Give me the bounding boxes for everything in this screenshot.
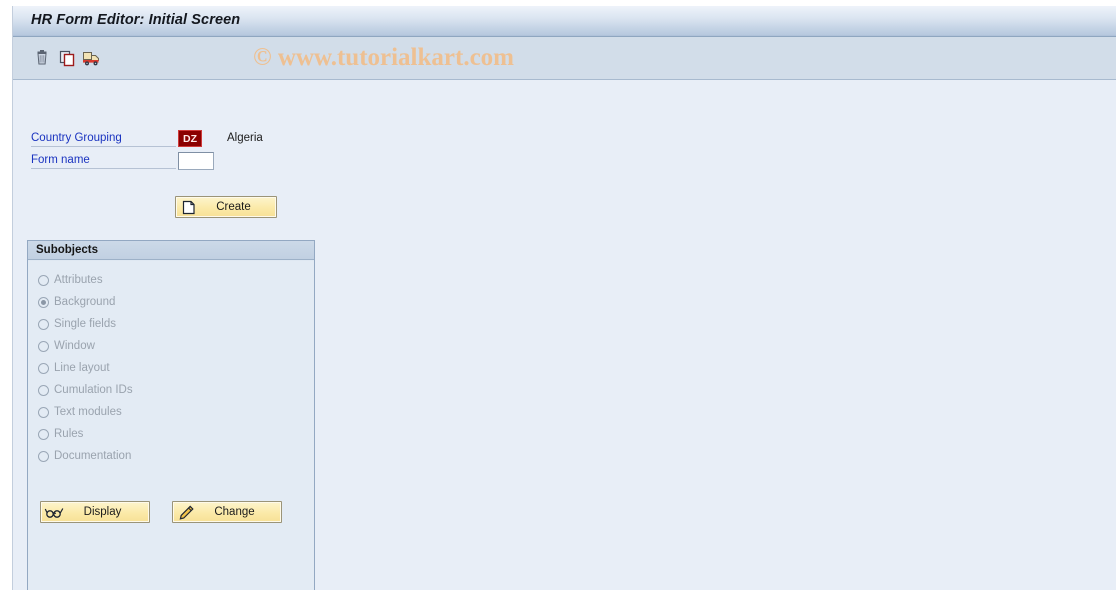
delete-button[interactable] [31, 47, 53, 69]
subobjects-body: Attributes Background Single fields Wind… [28, 261, 314, 590]
subobjects-header: Subobjects [28, 241, 314, 260]
country-grouping-label: Country Grouping [31, 132, 176, 147]
country-grouping-row: Country Grouping Algeria [19, 130, 359, 152]
display-button[interactable]: Display [40, 501, 150, 523]
radio-button-icon [38, 450, 49, 462]
radio-label: Cumulation IDs [54, 384, 133, 396]
selection-fields: Country Grouping Algeria Form name [19, 130, 359, 174]
create-button[interactable]: Create [175, 196, 277, 218]
subobjects-title: Subobjects [36, 244, 98, 256]
radio-rules[interactable]: Rules [38, 423, 298, 445]
radio-label: Single fields [54, 318, 117, 330]
radio-button-icon [38, 296, 49, 308]
radio-label: Rules [54, 428, 84, 440]
main-content-area: Country Grouping Algeria Form name Creat… [13, 80, 1116, 590]
radio-label: Line layout [54, 362, 110, 374]
trash-icon [37, 50, 47, 65]
radio-cumulation-ids[interactable]: Cumulation IDs [38, 379, 298, 401]
country-grouping-description: Algeria [227, 132, 263, 144]
radio-label: Attributes [54, 274, 103, 286]
radio-attributes[interactable]: Attributes [38, 269, 298, 291]
glasses-icon [44, 507, 64, 518]
copy-icon [59, 50, 75, 67]
subobjects-radio-group: Attributes Background Single fields Wind… [38, 269, 298, 467]
truck-icon [83, 52, 99, 66]
radio-button-icon [38, 384, 49, 396]
create-button-label: Create [216, 201, 251, 213]
radio-label: Window [54, 340, 95, 352]
copy-button[interactable] [56, 47, 78, 69]
pencil-icon [179, 505, 194, 520]
document-icon [182, 200, 195, 214]
transport-button[interactable] [80, 47, 102, 69]
radio-background[interactable]: Background [38, 291, 298, 313]
sap-application-window: HR Form Editor: Initial Screen © www.tut… [12, 6, 1116, 590]
change-button[interactable]: Change [172, 501, 282, 523]
radio-text-modules[interactable]: Text modules [38, 401, 298, 423]
country-grouping-input[interactable] [178, 130, 202, 147]
application-toolbar [13, 37, 1116, 80]
radio-label: Text modules [54, 406, 122, 418]
radio-button-icon [38, 406, 49, 418]
radio-button-icon [38, 428, 49, 440]
radio-button-icon [38, 340, 49, 352]
radio-button-icon [38, 318, 49, 330]
subobjects-group-box: Subobjects Attributes Background Single … [27, 240, 315, 590]
radio-button-icon [38, 274, 49, 286]
display-button-label: Display [83, 506, 122, 518]
radio-label: Documentation [54, 450, 132, 462]
radio-line-layout[interactable]: Line layout [38, 357, 298, 379]
subobjects-action-bar: Display Change [40, 501, 302, 525]
watermark-text: © www.tutorialkart.com [253, 44, 514, 71]
change-button-label: Change [214, 506, 255, 518]
window-title-bar: HR Form Editor: Initial Screen [13, 6, 1116, 37]
radio-documentation[interactable]: Documentation [38, 445, 298, 467]
radio-single-fields[interactable]: Single fields [38, 313, 298, 335]
radio-button-icon [38, 362, 49, 374]
radio-window[interactable]: Window [38, 335, 298, 357]
page-title: HR Form Editor: Initial Screen [31, 12, 241, 28]
form-name-input[interactable] [178, 152, 214, 170]
form-name-label: Form name [31, 154, 176, 169]
form-name-row: Form name [19, 152, 359, 174]
radio-label: Background [54, 296, 116, 308]
